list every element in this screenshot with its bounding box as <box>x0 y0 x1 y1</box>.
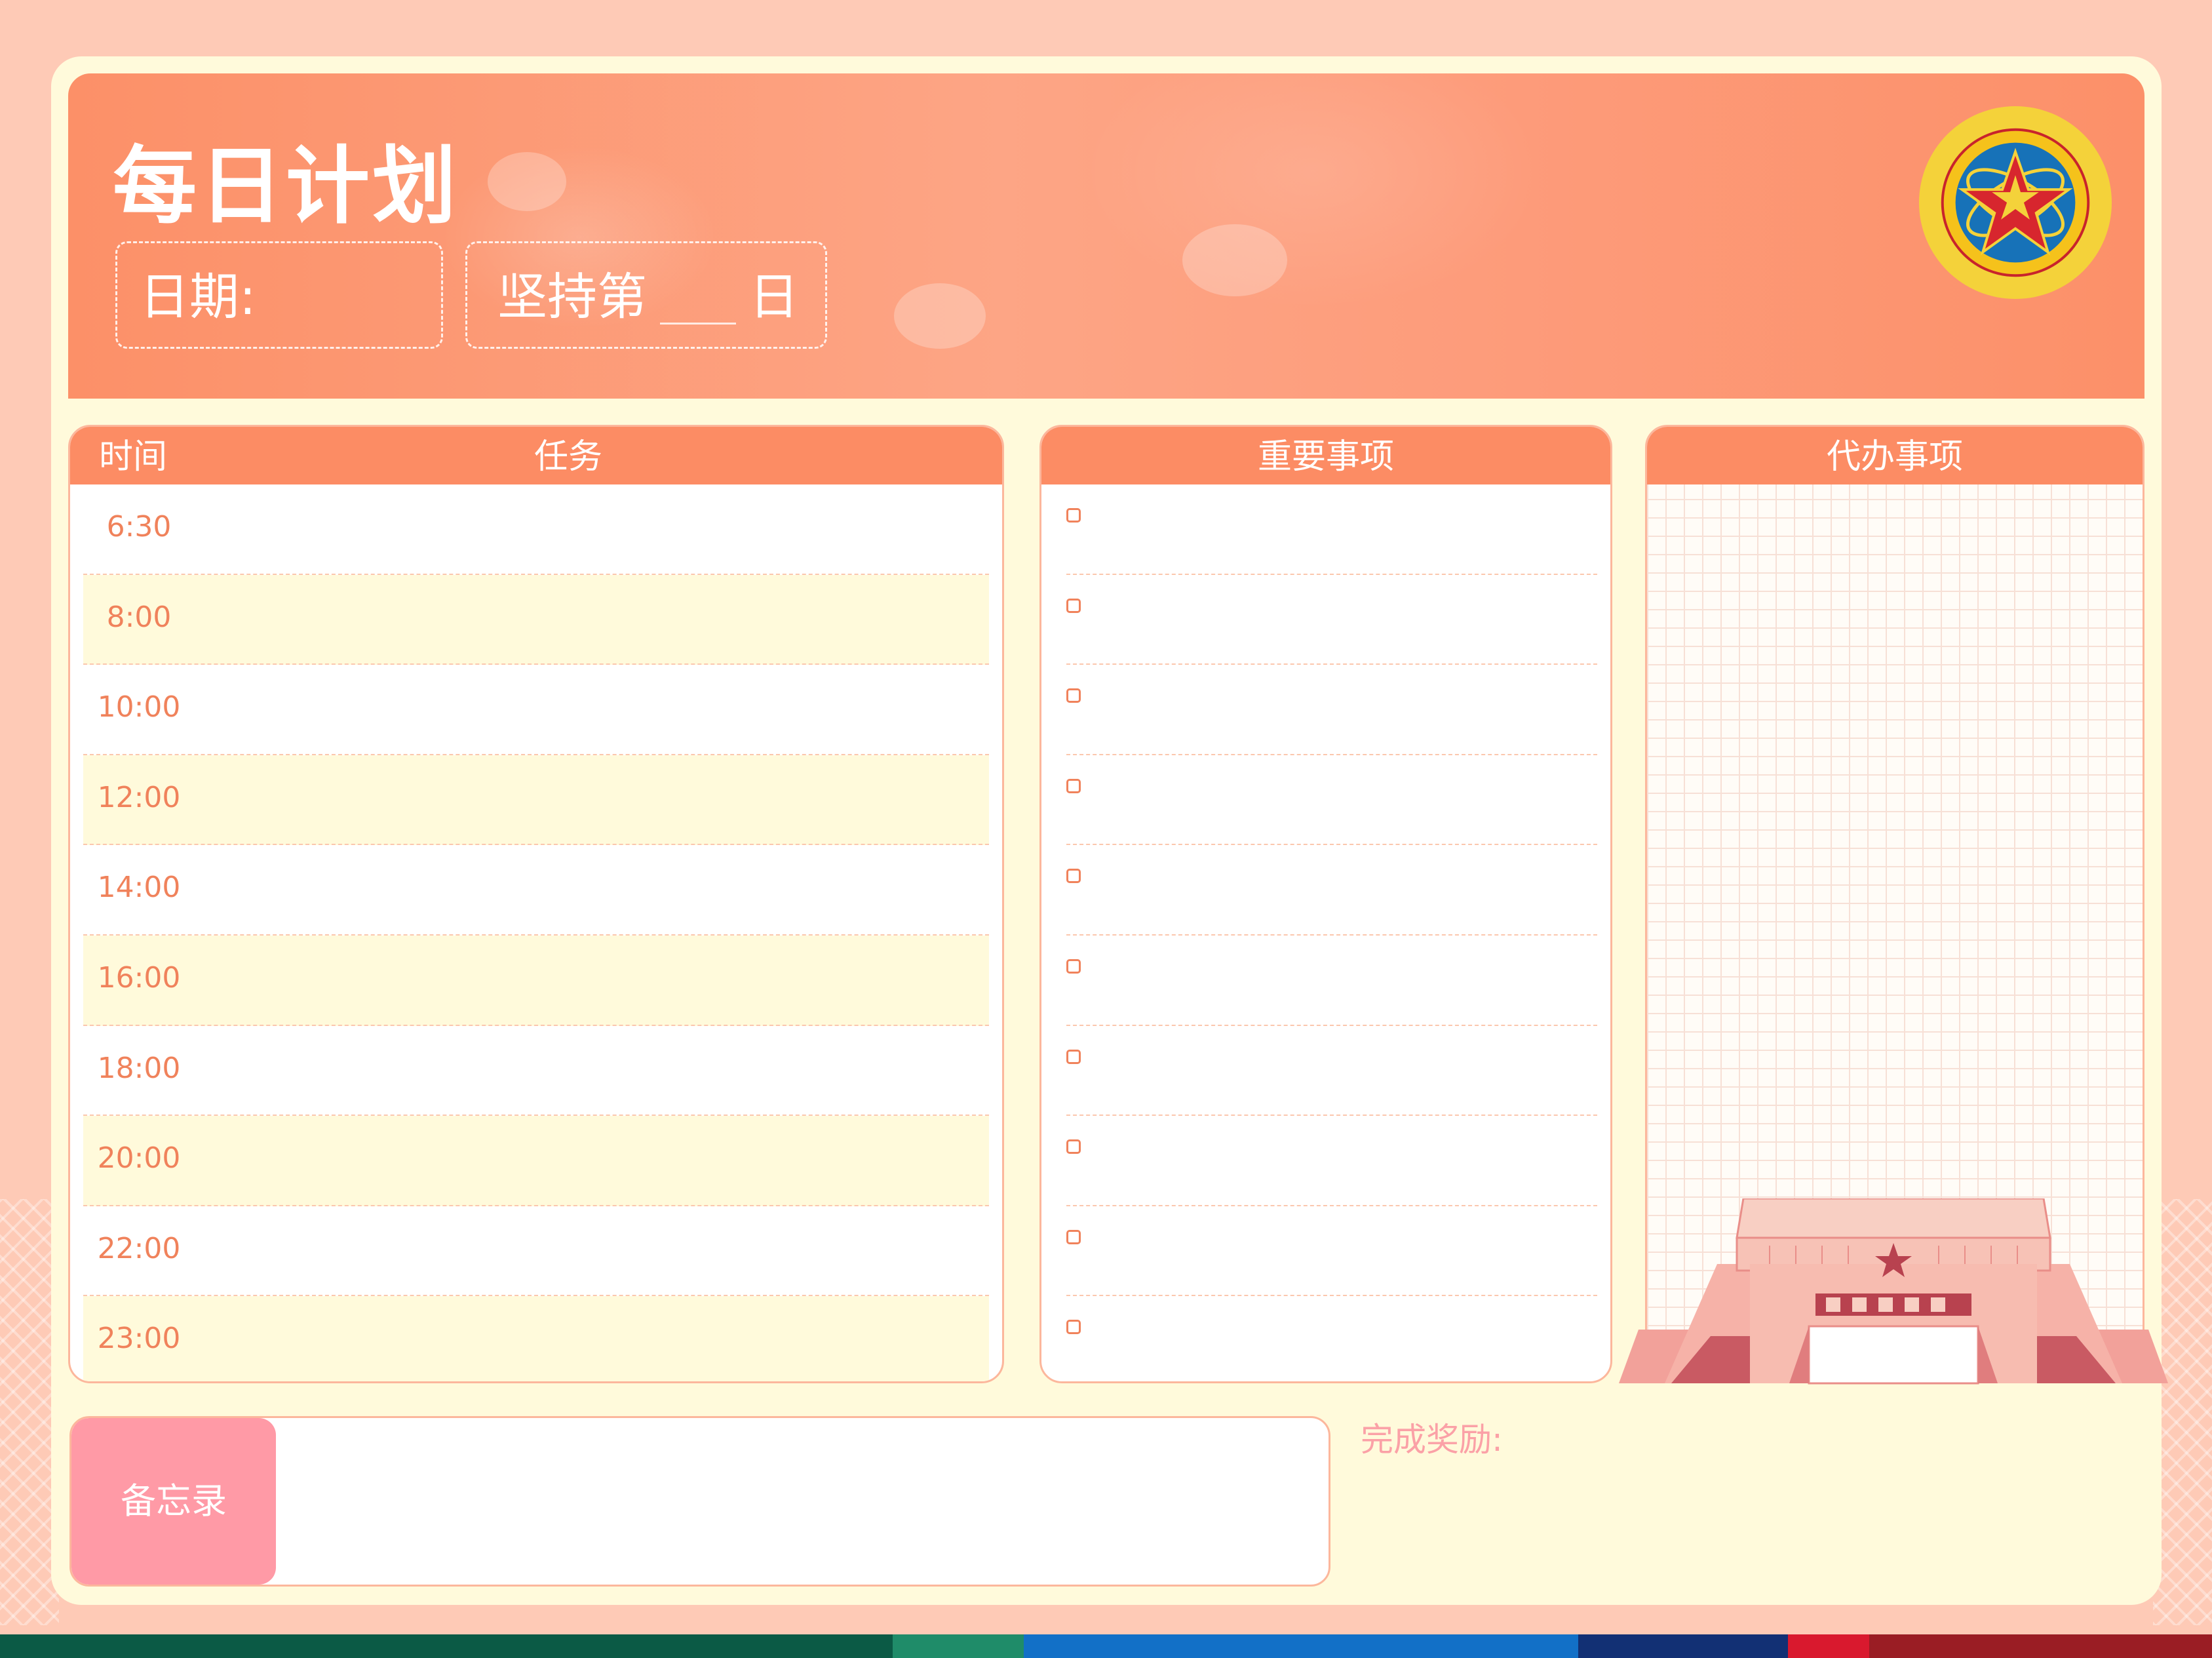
important-item[interactable] <box>1066 665 1597 755</box>
checkbox-icon[interactable] <box>1066 1139 1081 1155</box>
color-segment <box>1869 1634 2212 1658</box>
color-segment <box>1024 1634 1578 1658</box>
color-segment <box>1788 1634 1869 1658</box>
color-segment <box>893 1634 1024 1658</box>
checkbox-icon[interactable] <box>1066 688 1081 703</box>
memo-label: 备忘录 <box>71 1418 276 1585</box>
important-item[interactable] <box>1066 845 1597 936</box>
important-item[interactable] <box>1066 575 1597 665</box>
schedule-row[interactable]: 10:00 <box>83 665 989 755</box>
checkbox-icon[interactable] <box>1066 598 1081 613</box>
reward-label: 完成奖励: <box>1361 1421 1503 1459</box>
schedule-row[interactable]: 14:00 <box>83 845 989 936</box>
checkbox-icon[interactable] <box>1066 508 1081 523</box>
streak-field[interactable]: 坚持第 日 <box>465 241 827 349</box>
important-item[interactable] <box>1066 755 1597 846</box>
blossom-decoration <box>488 152 566 211</box>
schedule-row[interactable]: 18:00 <box>83 1025 989 1116</box>
schedule-row[interactable]: 12:00 <box>83 755 989 846</box>
important-item[interactable] <box>1066 1026 1597 1116</box>
schedule-row[interactable]: 23:00 <box>83 1296 989 1381</box>
university-gate-illustration <box>1619 1198 2168 1385</box>
schedule-row[interactable]: 6:30 <box>83 484 989 575</box>
time-label: 12:00 <box>97 780 181 814</box>
checkbox-icon[interactable] <box>1066 869 1081 884</box>
time-label: 23:00 <box>97 1322 181 1356</box>
time-label: 14:00 <box>97 871 181 905</box>
time-label: 22:00 <box>97 1231 181 1265</box>
important-item[interactable] <box>1066 1116 1597 1206</box>
important-item[interactable] <box>1066 936 1597 1026</box>
checkbox-icon[interactable] <box>1066 1049 1081 1064</box>
checkbox-icon[interactable] <box>1066 778 1081 793</box>
bottom-color-bar <box>0 1634 2212 1658</box>
time-label: 18:00 <box>97 1051 181 1085</box>
time-label: 16:00 <box>97 960 181 995</box>
date-field[interactable]: 日期: <box>115 241 443 349</box>
memo-box[interactable]: 备忘录 <box>69 1416 1330 1587</box>
time-label: 8:00 <box>106 600 172 634</box>
page-title: 每日计划 <box>113 138 459 235</box>
checkbox-icon[interactable] <box>1066 1320 1081 1335</box>
checkbox-icon[interactable] <box>1066 1229 1081 1244</box>
todo-header: 代办事项 <box>1647 427 2143 484</box>
time-column-header: 时间 <box>99 437 168 477</box>
color-segment <box>0 1634 893 1658</box>
important-item[interactable] <box>1066 1206 1597 1297</box>
important-item[interactable] <box>1066 484 1597 575</box>
schedule-panel: 时间 任务 6:30 8:00 10:00 12:00 14:00 16:00 … <box>68 425 1004 1383</box>
blossom-decoration <box>1182 224 1287 296</box>
schedule-header: 时间 任务 <box>70 427 1002 484</box>
streak-suffix: 日 <box>749 267 799 326</box>
schedule-row[interactable]: 8:00 <box>83 574 989 665</box>
task-column-header: 任务 <box>534 437 603 477</box>
decorative-pattern-left <box>0 1199 59 1625</box>
time-label: 10:00 <box>97 690 181 724</box>
date-label: 日期: <box>140 267 256 326</box>
schedule-row[interactable]: 20:00 <box>83 1116 989 1206</box>
header-banner: 每日计划 日期: 坚持第 日 <box>68 73 2144 399</box>
checkbox-icon[interactable] <box>1066 958 1081 974</box>
streak-blank[interactable] <box>660 277 736 325</box>
important-panel: 重要事项 <box>1039 425 1612 1383</box>
nudt-emblem-icon <box>1918 106 2112 300</box>
time-label: 6:30 <box>106 510 172 543</box>
blossom-decoration <box>894 283 986 349</box>
important-header: 重要事项 <box>1041 427 1610 484</box>
color-segment <box>1578 1634 1788 1658</box>
schedule-row[interactable]: 16:00 <box>83 935 989 1026</box>
important-item[interactable] <box>1066 1296 1597 1381</box>
streak-prefix: 坚持第 <box>497 267 647 326</box>
schedule-row[interactable]: 22:00 <box>83 1206 989 1297</box>
time-label: 20:00 <box>97 1141 181 1175</box>
